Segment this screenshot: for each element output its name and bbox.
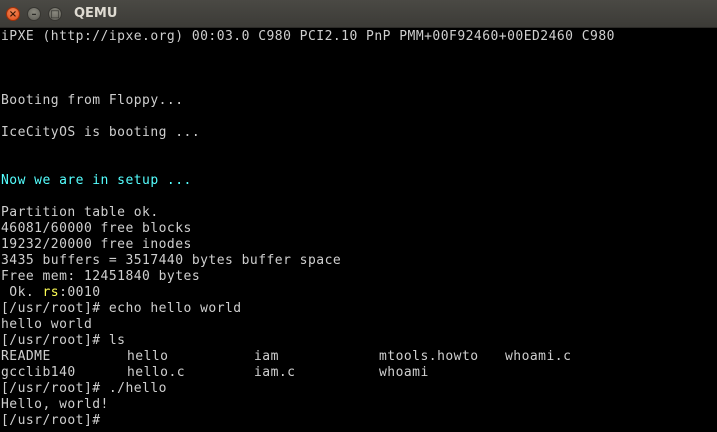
maximize-button[interactable]: □	[48, 7, 62, 21]
ls-file-iam-c: iam.c	[254, 365, 296, 380]
ls-file-gcclib140: gcclib140	[1, 365, 76, 380]
maximize-icon: □	[50, 9, 60, 20]
close-icon: ×	[8, 9, 18, 20]
ls-file-whoami-c: whoami.c	[505, 349, 572, 364]
ls-file-hello-c: hello.c	[127, 365, 186, 380]
ls-file-readme: README	[1, 349, 51, 364]
free-blocks-line: 46081/60000 free blocks	[1, 221, 192, 236]
minimize-icon: –	[31, 9, 37, 20]
ok-rs-line: Ok. rs:0010	[1, 285, 101, 301]
rs-value: :0010	[59, 285, 101, 300]
free-inodes-line: 19232/20000 free inodes	[1, 237, 192, 252]
hello-command-line: [/usr/root]# ./hello	[1, 381, 167, 396]
window-title: QEMU	[74, 6, 118, 21]
qemu-window: × – □ QEMU iPXE (http://ipxe.org) 00:03.…	[0, 0, 717, 432]
partition-line: Partition table ok.	[1, 205, 159, 220]
minimize-button[interactable]: –	[27, 7, 41, 21]
ls-file-mtools-howto: mtools.howto	[379, 349, 479, 364]
setup-line: Now we are in setup ...	[1, 173, 192, 188]
hello-output-line: Hello, world!	[1, 397, 109, 412]
booting-floppy-line: Booting from Floppy...	[1, 93, 184, 108]
ls-file-whoami: whoami	[379, 365, 429, 380]
shell-prompt[interactable]: [/usr/root]#	[1, 413, 101, 429]
os-booting-line: IceCityOS is booting ...	[1, 125, 201, 140]
echo-output-line: hello world	[1, 317, 93, 332]
console-screen[interactable]: iPXE (http://ipxe.org) 00:03.0 C980 PCI2…	[0, 28, 717, 432]
ls-file-hello: hello	[127, 349, 169, 364]
echo-command-line: [/usr/root]# echo hello world	[1, 301, 242, 316]
ls-command-line: [/usr/root]# ls	[1, 333, 126, 348]
buffers-line: 3435 buffers = 3517440 bytes buffer spac…	[1, 253, 342, 268]
rs-label: rs	[42, 285, 60, 300]
close-button[interactable]: ×	[6, 7, 20, 21]
ok-text: Ok.	[1, 285, 43, 300]
title-bar[interactable]: × – □ QEMU	[0, 0, 717, 28]
ls-file-iam: iam	[254, 349, 279, 364]
free-mem-line: Free mem: 12451840 bytes	[1, 269, 201, 284]
ipxe-line: iPXE (http://ipxe.org) 00:03.0 C980 PCI2…	[1, 29, 615, 44]
